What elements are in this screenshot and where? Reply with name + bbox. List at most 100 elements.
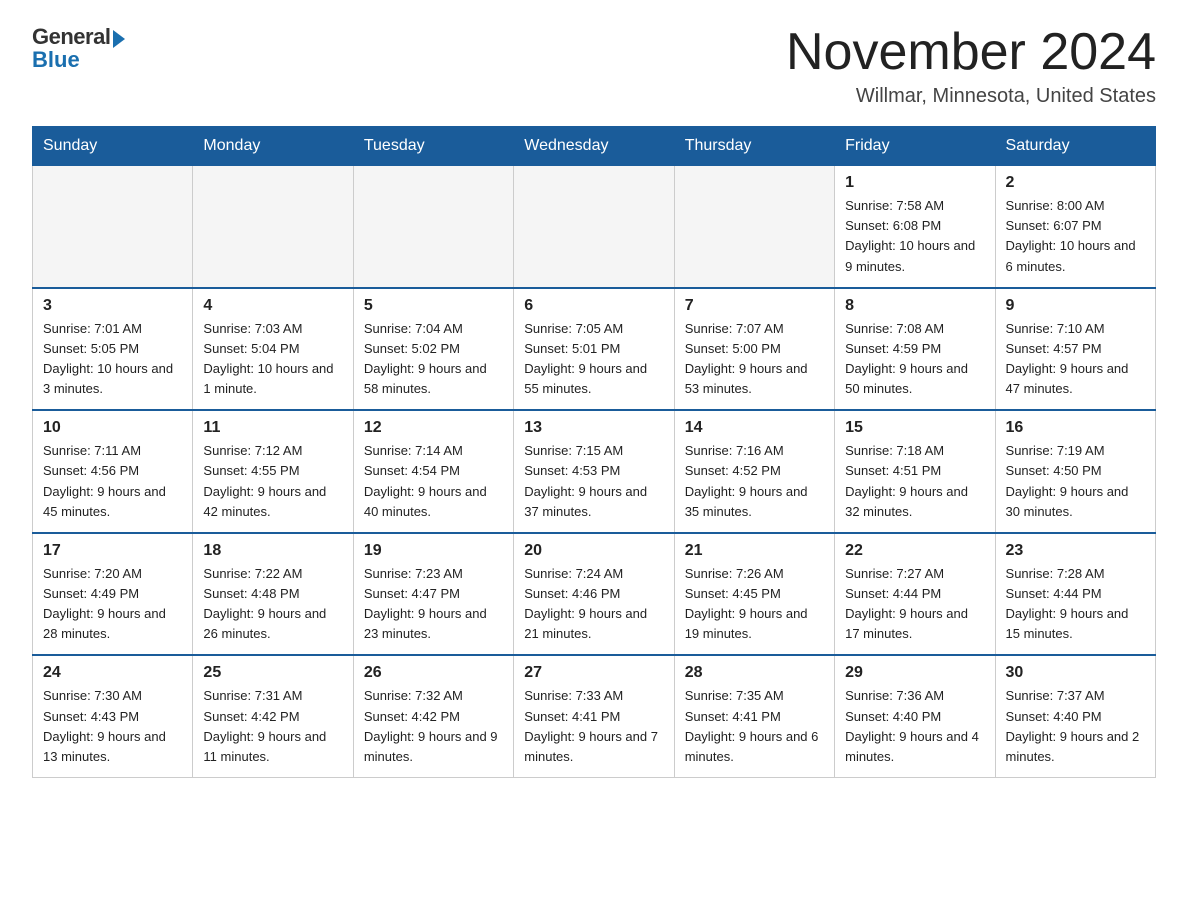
table-row xyxy=(353,166,513,288)
day-number: 22 xyxy=(845,542,984,560)
day-number: 27 xyxy=(524,664,663,682)
day-number: 16 xyxy=(1006,419,1145,437)
day-info: Sunrise: 7:30 AMSunset: 4:43 PMDaylight:… xyxy=(43,686,182,767)
day-number: 1 xyxy=(845,174,984,192)
table-row: 4 Sunrise: 7:03 AMSunset: 5:04 PMDaylight… xyxy=(193,288,353,411)
logo-blue-text: Blue xyxy=(32,47,125,73)
table-row: 9 Sunrise: 7:10 AMSunset: 4:57 PMDaylight… xyxy=(995,288,1155,411)
day-info: Sunrise: 7:03 AMSunset: 5:04 PMDaylight:… xyxy=(203,319,342,400)
day-info: Sunrise: 7:20 AMSunset: 4:49 PMDaylight:… xyxy=(43,564,182,645)
day-info: Sunrise: 7:58 AMSunset: 6:08 PMDaylight:… xyxy=(845,196,984,277)
table-row: 28 Sunrise: 7:35 AMSunset: 4:41 PMDayligh… xyxy=(674,655,834,777)
day-number: 10 xyxy=(43,419,182,437)
day-info: Sunrise: 7:16 AMSunset: 4:52 PMDaylight:… xyxy=(685,441,824,522)
day-number: 21 xyxy=(685,542,824,560)
day-number: 26 xyxy=(364,664,503,682)
table-row: 2 Sunrise: 8:00 AMSunset: 6:07 PMDaylight… xyxy=(995,166,1155,288)
day-number: 25 xyxy=(203,664,342,682)
table-row: 7Sunrise: 7:07 AMSunset: 5:00 PMDaylight… xyxy=(674,288,834,411)
day-info: Sunrise: 7:01 AMSunset: 5:05 PMDaylight:… xyxy=(43,319,182,400)
day-info: Sunrise: 7:14 AMSunset: 4:54 PMDaylight:… xyxy=(364,441,503,522)
day-number: 18 xyxy=(203,542,342,560)
day-info: Sunrise: 7:35 AMSunset: 4:41 PMDaylight:… xyxy=(685,686,824,767)
table-row xyxy=(193,166,353,288)
day-info: Sunrise: 7:10 AMSunset: 4:57 PMDaylight:… xyxy=(1006,319,1145,400)
day-info: Sunrise: 7:18 AMSunset: 4:51 PMDaylight:… xyxy=(845,441,984,522)
day-info: Sunrise: 8:00 AMSunset: 6:07 PMDaylight:… xyxy=(1006,196,1145,277)
day-info: Sunrise: 7:32 AMSunset: 4:42 PMDaylight:… xyxy=(364,686,503,767)
col-friday: Friday xyxy=(835,127,995,166)
day-info: Sunrise: 7:19 AMSunset: 4:50 PMDaylight:… xyxy=(1006,441,1145,522)
table-row: 30 Sunrise: 7:37 AMSunset: 4:40 PMDayligh… xyxy=(995,655,1155,777)
col-monday: Monday xyxy=(193,127,353,166)
col-wednesday: Wednesday xyxy=(514,127,674,166)
title-block: November 2024 Willmar, Minnesota, United… xyxy=(786,24,1156,108)
table-row: 3 Sunrise: 7:01 AMSunset: 5:05 PMDaylight… xyxy=(33,288,193,411)
table-row: 15 Sunrise: 7:18 AMSunset: 4:51 PMDayligh… xyxy=(835,410,995,533)
day-number: 14 xyxy=(685,419,824,437)
table-row: 8 Sunrise: 7:08 AMSunset: 4:59 PMDaylight… xyxy=(835,288,995,411)
table-row: 5 Sunrise: 7:04 AMSunset: 5:02 PMDaylight… xyxy=(353,288,513,411)
table-row: 12 Sunrise: 7:14 AMSunset: 4:54 PMDayligh… xyxy=(353,410,513,533)
day-number: 30 xyxy=(1006,664,1145,682)
table-row: 18 Sunrise: 7:22 AMSunset: 4:48 PMDayligh… xyxy=(193,533,353,656)
col-tuesday: Tuesday xyxy=(353,127,513,166)
logo-general-text: General xyxy=(32,24,110,49)
day-info: Sunrise: 7:33 AMSunset: 4:41 PMDaylight:… xyxy=(524,686,663,767)
day-number: 6 xyxy=(524,297,663,315)
day-number: 11 xyxy=(203,419,342,437)
table-row: 23Sunrise: 7:28 AMSunset: 4:44 PMDayligh… xyxy=(995,533,1155,656)
day-info: Sunrise: 7:27 AMSunset: 4:44 PMDaylight:… xyxy=(845,564,984,645)
table-row: 10 Sunrise: 7:11 AMSunset: 4:56 PMDayligh… xyxy=(33,410,193,533)
day-number: 7 xyxy=(685,297,824,315)
table-row: 16 Sunrise: 7:19 AMSunset: 4:50 PMDayligh… xyxy=(995,410,1155,533)
day-info: Sunrise: 7:12 AMSunset: 4:55 PMDaylight:… xyxy=(203,441,342,522)
table-row: 27 Sunrise: 7:33 AMSunset: 4:41 PMDayligh… xyxy=(514,655,674,777)
logo-arrow-icon xyxy=(113,30,125,48)
table-row: 24 Sunrise: 7:30 AMSunset: 4:43 PMDayligh… xyxy=(33,655,193,777)
day-number: 5 xyxy=(364,297,503,315)
day-number: 3 xyxy=(43,297,182,315)
day-info: Sunrise: 7:22 AMSunset: 4:48 PMDaylight:… xyxy=(203,564,342,645)
day-number: 4 xyxy=(203,297,342,315)
day-info: Sunrise: 7:26 AMSunset: 4:45 PMDaylight:… xyxy=(685,564,824,645)
day-info: Sunrise: 7:37 AMSunset: 4:40 PMDaylight:… xyxy=(1006,686,1145,767)
day-number: 28 xyxy=(685,664,824,682)
day-number: 13 xyxy=(524,419,663,437)
day-info: Sunrise: 7:15 AMSunset: 4:53 PMDaylight:… xyxy=(524,441,663,522)
day-info: Sunrise: 7:05 AMSunset: 5:01 PMDaylight:… xyxy=(524,319,663,400)
table-row: 19 Sunrise: 7:23 AMSunset: 4:47 PMDayligh… xyxy=(353,533,513,656)
day-info: Sunrise: 7:23 AMSunset: 4:47 PMDaylight:… xyxy=(364,564,503,645)
table-row: 20Sunrise: 7:24 AMSunset: 4:46 PMDayligh… xyxy=(514,533,674,656)
table-row: 25 Sunrise: 7:31 AMSunset: 4:42 PMDayligh… xyxy=(193,655,353,777)
day-number: 15 xyxy=(845,419,984,437)
table-row: 17 Sunrise: 7:20 AMSunset: 4:49 PMDayligh… xyxy=(33,533,193,656)
table-row xyxy=(674,166,834,288)
table-row: 21 Sunrise: 7:26 AMSunset: 4:45 PMDayligh… xyxy=(674,533,834,656)
table-row: 29 Sunrise: 7:36 AMSunset: 4:40 PMDayligh… xyxy=(835,655,995,777)
location-subtitle: Willmar, Minnesota, United States xyxy=(786,85,1156,108)
day-info: Sunrise: 7:36 AMSunset: 4:40 PMDaylight:… xyxy=(845,686,984,767)
day-number: 17 xyxy=(43,542,182,560)
col-sunday: Sunday xyxy=(33,127,193,166)
day-info: Sunrise: 7:04 AMSunset: 5:02 PMDaylight:… xyxy=(364,319,503,400)
day-number: 19 xyxy=(364,542,503,560)
day-number: 12 xyxy=(364,419,503,437)
table-row xyxy=(33,166,193,288)
day-info: Sunrise: 7:11 AMSunset: 4:56 PMDaylight:… xyxy=(43,441,182,522)
table-row: 1 Sunrise: 7:58 AMSunset: 6:08 PMDaylight… xyxy=(835,166,995,288)
calendar-header-row: Sunday Monday Tuesday Wednesday Thursday… xyxy=(33,127,1156,166)
day-info: Sunrise: 7:08 AMSunset: 4:59 PMDaylight:… xyxy=(845,319,984,400)
day-info: Sunrise: 7:31 AMSunset: 4:42 PMDaylight:… xyxy=(203,686,342,767)
day-number: 8 xyxy=(845,297,984,315)
day-number: 2 xyxy=(1006,174,1145,192)
day-number: 9 xyxy=(1006,297,1145,315)
day-info: Sunrise: 7:24 AMSunset: 4:46 PMDaylight:… xyxy=(524,564,663,645)
table-row: 26 Sunrise: 7:32 AMSunset: 4:42 PMDayligh… xyxy=(353,655,513,777)
table-row xyxy=(514,166,674,288)
day-number: 29 xyxy=(845,664,984,682)
page-header: General Blue November 2024 Willmar, Minn… xyxy=(32,24,1156,108)
table-row: 11 Sunrise: 7:12 AMSunset: 4:55 PMDayligh… xyxy=(193,410,353,533)
col-saturday: Saturday xyxy=(995,127,1155,166)
day-number: 24 xyxy=(43,664,182,682)
